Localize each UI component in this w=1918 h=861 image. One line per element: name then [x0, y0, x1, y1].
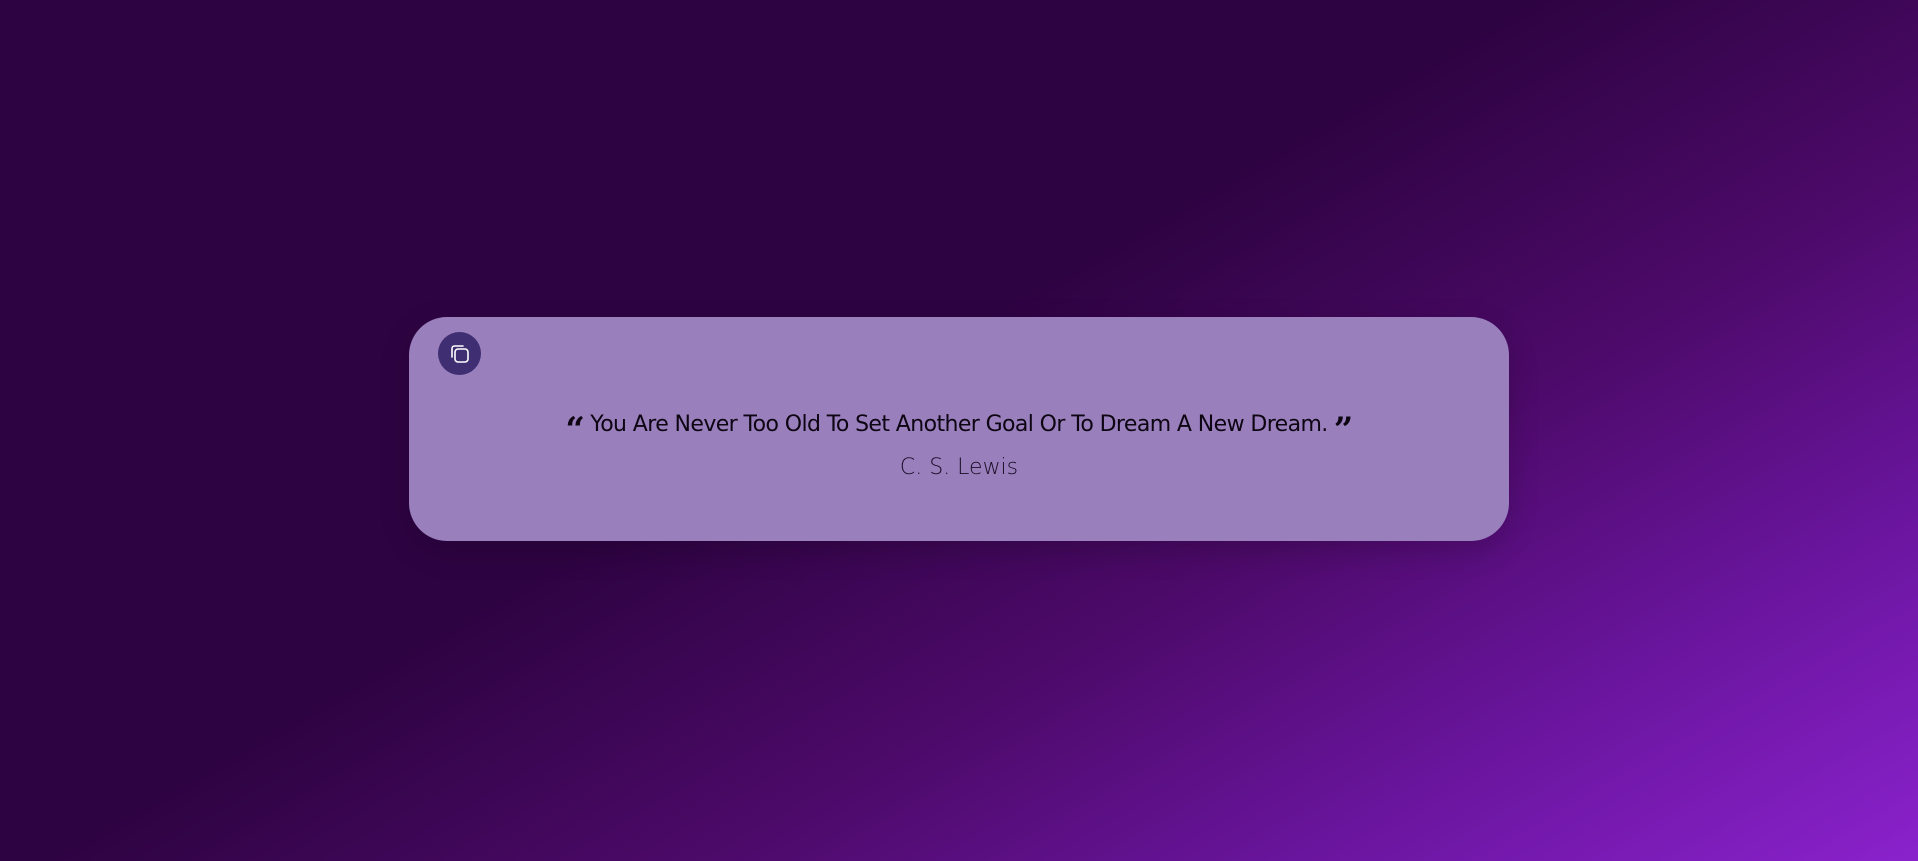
copy-button[interactable] [438, 332, 481, 375]
page-background: { "quote": { "open_mark": "\u201C", "tex… [0, 0, 1918, 861]
copy-icon [450, 344, 469, 363]
quote-card: “ You Are Never Too Old To Set Another G… [409, 317, 1509, 541]
quote-block: “ You Are Never Too Old To Set Another G… [409, 407, 1509, 481]
close-quote-icon: ” [1333, 410, 1354, 450]
quote-text-line: “ You Are Never Too Old To Set Another G… [565, 407, 1353, 448]
open-quote-icon: “ [565, 410, 585, 450]
quote-author: C. S. Lewis [899, 455, 1019, 480]
quote-text: You Are Never Too Old To Set Another Goa… [590, 411, 1328, 437]
